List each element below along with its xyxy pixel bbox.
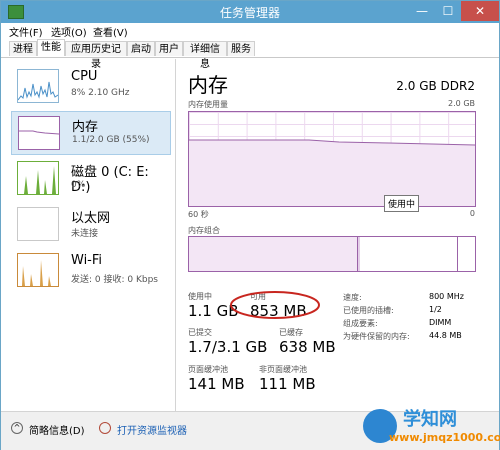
composition-standby xyxy=(361,237,458,271)
sidebar-item-cpu[interactable]: CPU 8% 2.10 GHz xyxy=(11,65,171,109)
menu-view[interactable]: 查看(V) xyxy=(93,24,128,39)
memory-composition-bar[interactable] xyxy=(188,236,476,272)
memory-capacity: 2.0 GB DDR2 xyxy=(396,79,475,93)
nonpaged-pool-value: 111 MB xyxy=(259,375,316,393)
graph-time-left: 60 秒 xyxy=(188,210,209,219)
usage-graph-max: 2.0 GB xyxy=(448,99,475,108)
annotation-ellipse xyxy=(230,291,320,319)
paged-pool-value: 141 MB xyxy=(188,375,245,393)
form-factor-value: DIMM xyxy=(429,318,452,327)
sidebar-item-sub: 未连接 xyxy=(71,229,99,239)
cached-label: 已缓存 xyxy=(279,328,303,337)
disk-thumbnail-graph xyxy=(17,161,59,195)
memory-detail-panel: 内存 2.0 GB DDR2 内存使用量 2.0 GB 使用中 60 秒 0 内… xyxy=(181,59,497,411)
minimize-button[interactable]: — xyxy=(409,1,435,21)
in-use-label: 使用中 xyxy=(188,292,212,301)
sidebar-item-disk[interactable]: 磁盘 0 (C: E: D:) 0% xyxy=(11,157,171,201)
memory-usage-graph[interactable] xyxy=(188,111,476,207)
committed-label: 已提交 xyxy=(188,328,212,337)
memory-usage-line xyxy=(189,139,475,206)
usage-tooltip: 使用中 xyxy=(384,195,420,212)
tab-services[interactable]: 服务 xyxy=(227,41,255,56)
sidebar-item-label: 磁盘 0 (C: E: D:) xyxy=(71,165,149,195)
composition-in-use xyxy=(189,237,358,271)
slots-value: 1/2 xyxy=(429,305,442,314)
resource-list: CPU 8% 2.10 GHz 内存 1.1/2.0 GB (55%) 磁盘 0… xyxy=(5,59,176,411)
paged-pool-label: 页面缓冲池 xyxy=(188,365,228,374)
watermark-url: www.jmqz1000.com xyxy=(389,431,500,444)
sidebar-item-label: CPU xyxy=(71,69,98,84)
ethernet-thumbnail-graph xyxy=(17,207,59,241)
maximize-button[interactable]: ☐ xyxy=(435,1,461,21)
sidebar-item-sub: 1.1/2.0 GB (55%) xyxy=(72,135,150,145)
sidebar-item-label: 内存 xyxy=(72,120,99,135)
task-manager-window: 任务管理器 — ☐ ✕ 文件(F) 选项(O) 查看(V) 进程 性能 应用历史… xyxy=(0,0,500,450)
chevron-up-icon[interactable]: ^ xyxy=(11,422,23,434)
sidebar-item-sub: 8% 2.10 GHz xyxy=(71,88,130,98)
tab-performance[interactable]: 性能 xyxy=(37,39,65,56)
sidebar-item-label: Wi-Fi xyxy=(71,253,103,268)
fewer-details-link[interactable]: 简略信息(D) xyxy=(29,422,85,437)
resource-monitor-icon xyxy=(99,422,111,434)
title-bar[interactable]: 任务管理器 — ☐ ✕ xyxy=(1,1,499,23)
memory-thumbnail-graph xyxy=(18,116,60,150)
page-title: 内存 xyxy=(188,73,228,97)
slots-label: 已使用的插槽: xyxy=(343,306,394,315)
tab-app-history[interactable]: 应用历史记录 xyxy=(65,41,127,70)
cpu-thumbnail-graph xyxy=(17,69,59,103)
sidebar-item-memory[interactable]: 内存 1.1/2.0 GB (55%) xyxy=(11,111,171,155)
watermark-text: 学知网 xyxy=(403,409,457,430)
usage-graph-label: 内存使用量 xyxy=(188,100,228,109)
menu-file[interactable]: 文件(F) xyxy=(9,24,43,39)
committed-value: 1.7/3.1 GB xyxy=(188,338,268,356)
cached-value: 638 MB xyxy=(279,338,336,356)
menu-bar: 文件(F) 选项(O) 查看(V) xyxy=(1,23,499,39)
sidebar-item-sub: 发送: 0 接收: 0 Kbps xyxy=(71,275,158,285)
hardware-reserved-value: 44.8 MB xyxy=(429,331,462,340)
close-button[interactable]: ✕ xyxy=(461,1,499,21)
menu-options[interactable]: 选项(O) xyxy=(51,24,87,39)
composition-modified xyxy=(358,237,360,271)
wifi-thumbnail-graph xyxy=(17,253,59,287)
sidebar-item-ethernet[interactable]: 以太网 未连接 xyxy=(11,203,171,247)
watermark: 学知网 www.jmqz1000.com xyxy=(363,403,500,449)
tab-processes[interactable]: 进程 xyxy=(9,41,37,56)
speed-label: 速度: xyxy=(343,293,362,302)
sidebar-item-sub: 0% xyxy=(71,180,86,190)
composition-label: 内存组合 xyxy=(188,226,220,235)
tab-startup[interactable]: 启动 xyxy=(127,41,155,56)
tab-details[interactable]: 详细信息 xyxy=(183,41,227,70)
sidebar-item-wifi[interactable]: Wi-Fi 发送: 0 接收: 0 Kbps xyxy=(11,249,171,293)
speed-value: 800 MHz xyxy=(429,292,464,301)
open-resource-monitor-link[interactable]: 打开资源监视器 xyxy=(117,422,187,437)
hardware-reserved-label: 为硬件保留的内存: xyxy=(343,332,410,341)
graph-time-right: 0 xyxy=(469,209,475,218)
tab-users[interactable]: 用户 xyxy=(155,41,183,56)
form-factor-label: 组成要素: xyxy=(343,319,378,328)
nonpaged-pool-label: 非页面缓冲池 xyxy=(259,365,307,374)
tab-strip: 进程 性能 应用历史记录 启动 用户 详细信息 服务 xyxy=(1,39,499,70)
sidebar-item-label: 以太网 xyxy=(71,211,111,226)
